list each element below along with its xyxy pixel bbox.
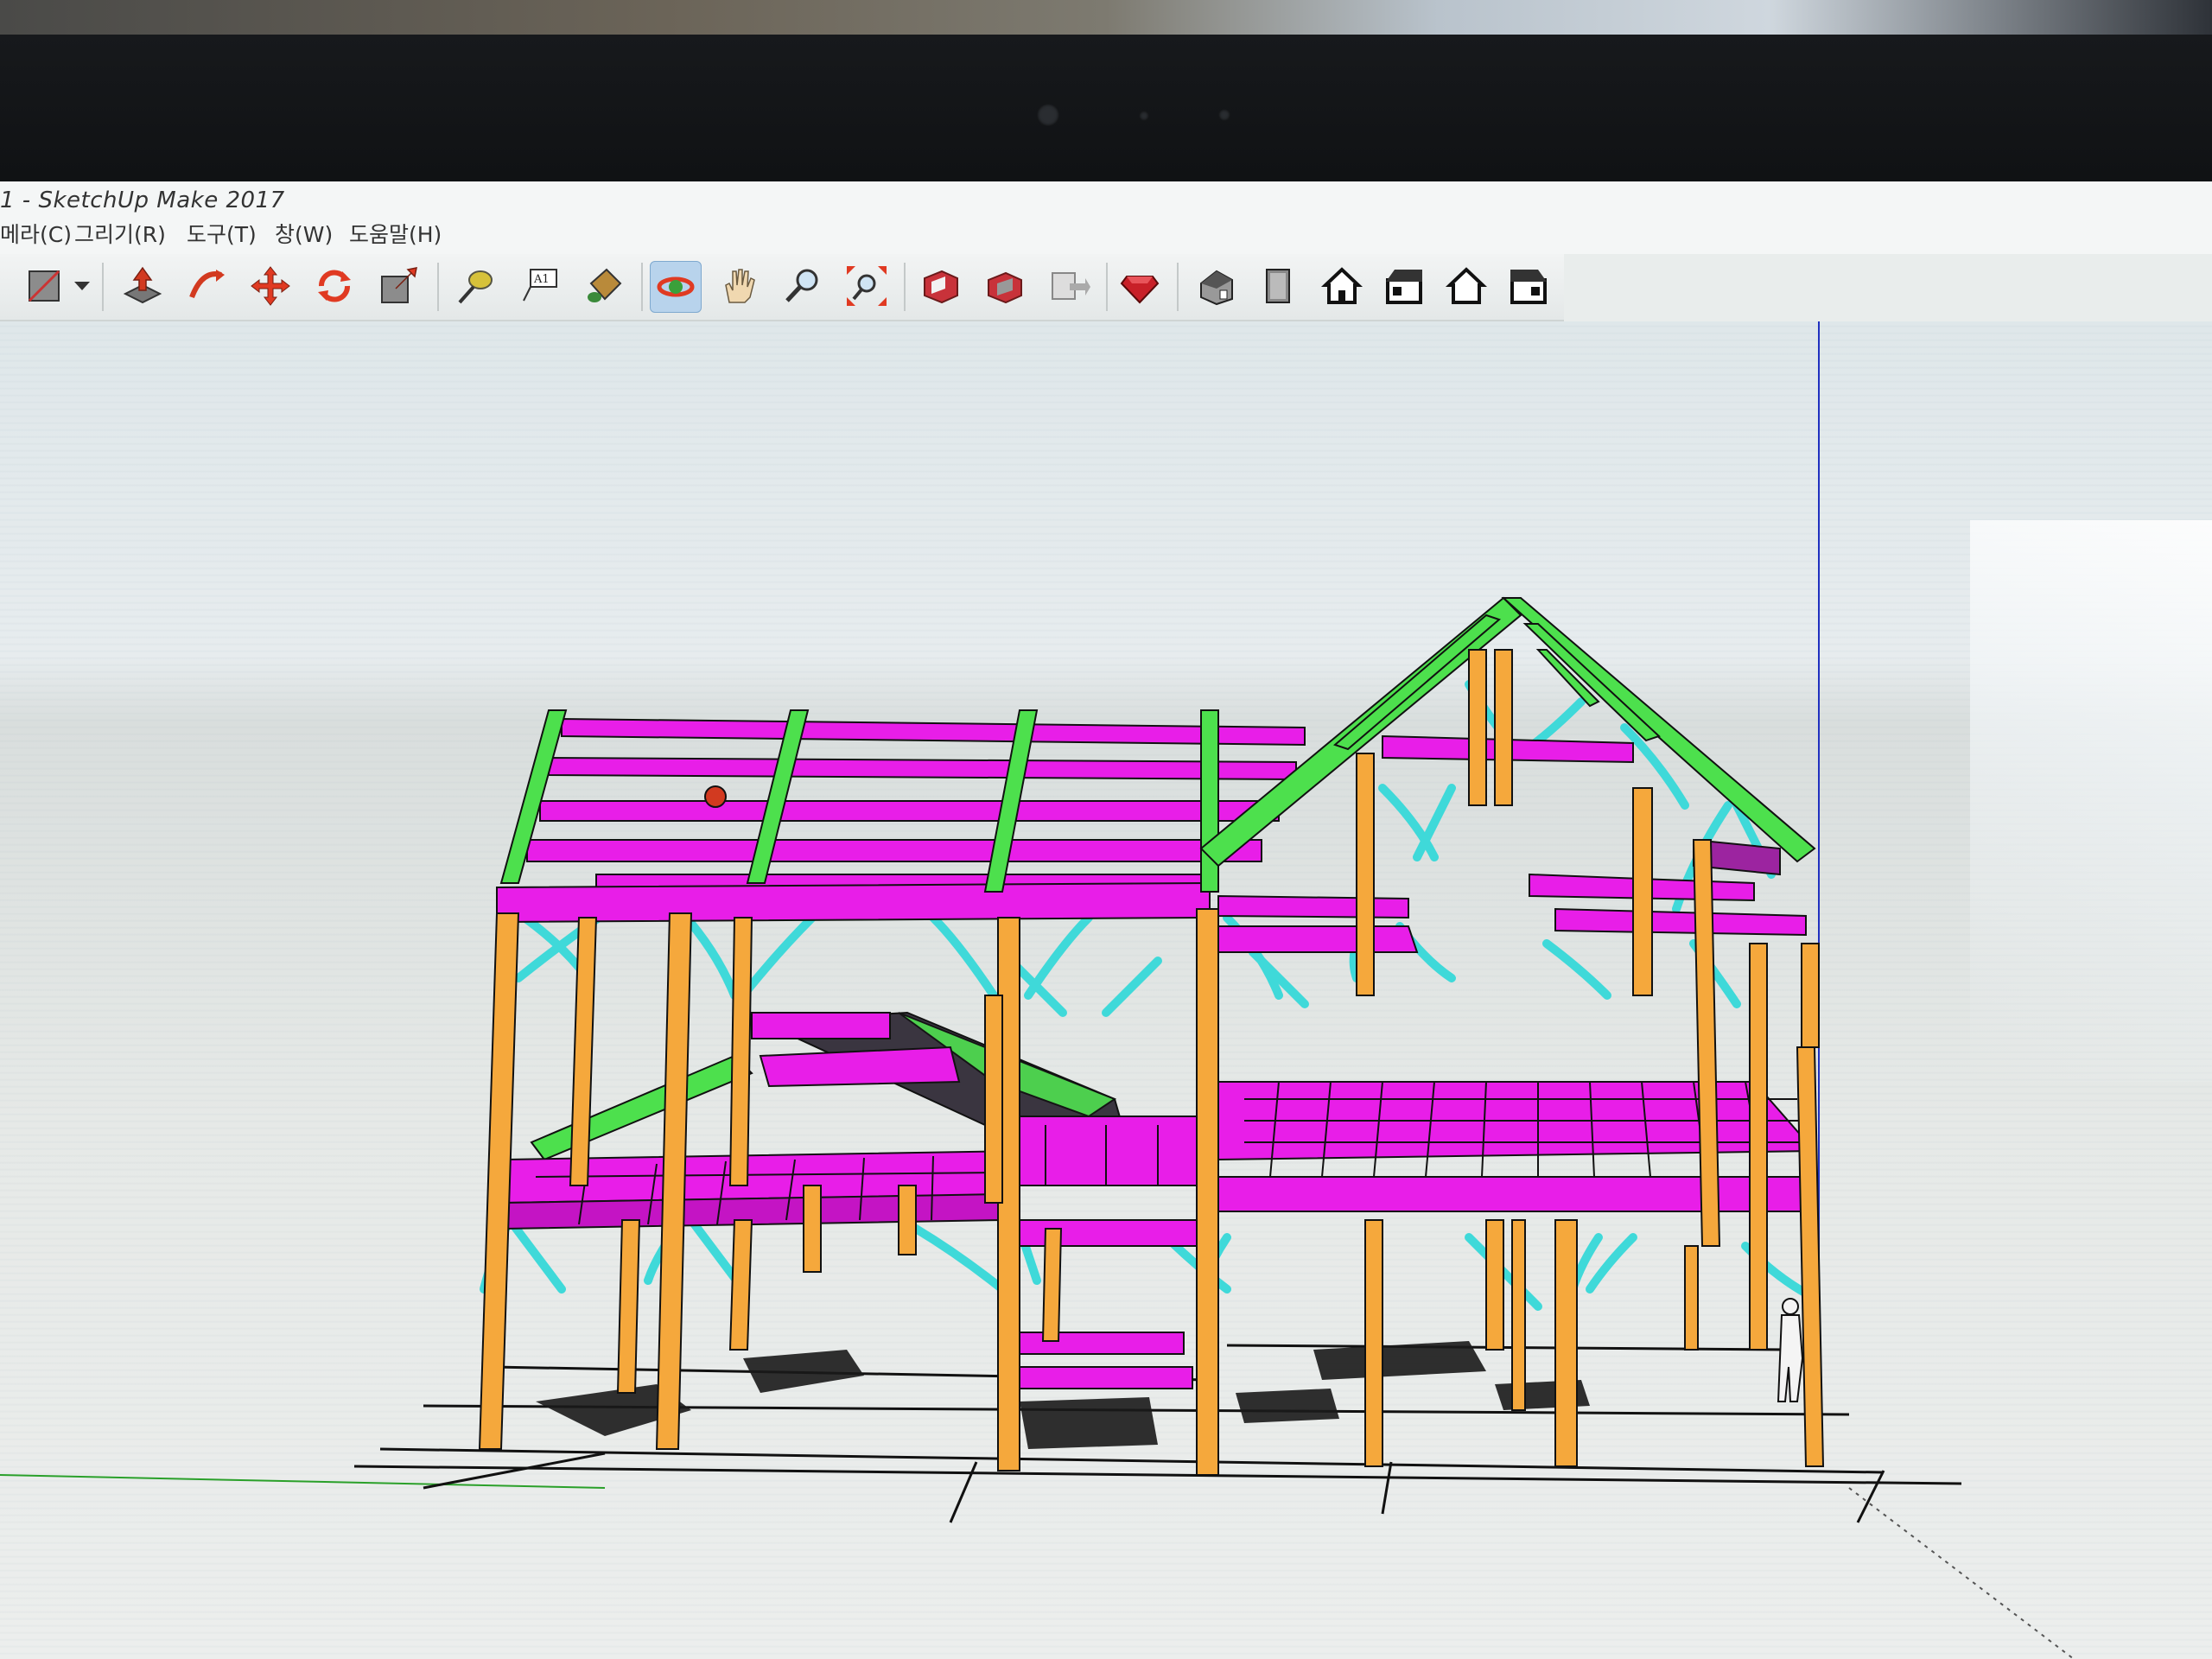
menu-help[interactable]: 도움말(H) [349, 216, 442, 254]
rectangle-icon[interactable] [19, 261, 69, 311]
pan-hand-icon[interactable] [714, 261, 764, 311]
menu-window[interactable]: 창(W) [275, 216, 333, 254]
zoom-extents-icon[interactable] [842, 261, 892, 311]
3d-warehouse-icon[interactable] [916, 261, 966, 311]
follow-me-icon[interactable] [181, 261, 232, 311]
text-label-icon[interactable]: A1 [515, 261, 565, 311]
menu-camera[interactable]: 메라(C) [0, 216, 72, 254]
orbit-pivot-marker [704, 785, 727, 808]
title-bar: 1 - SketchUp Make 2017 [0, 181, 2212, 216]
app-window: 1 - SketchUp Make 2017 메라(C) 그리기(R) 도구(T… [0, 181, 2212, 1659]
sensor-dot [1139, 111, 1149, 121]
red-axis-hidden [1848, 1487, 2075, 1659]
webcam-lens [1037, 104, 1059, 126]
iso-view-icon[interactable] [1192, 261, 1243, 311]
timber-frame-model[interactable] [0, 321, 2212, 1659]
sensor-dot [1218, 109, 1230, 121]
back-view-icon[interactable] [1441, 261, 1491, 311]
move-icon[interactable] [245, 261, 296, 311]
laptop-bezel [0, 35, 2212, 199]
extension-warehouse-icon[interactable] [1044, 261, 1094, 311]
left-view-icon[interactable] [1503, 261, 1554, 311]
svg-text:A1: A1 [533, 273, 550, 286]
window-title: 1 - SketchUp Make 2017 [0, 188, 285, 213]
main-toolbar: A1 [0, 254, 1564, 321]
dropdown-arrow-icon[interactable] [69, 261, 95, 311]
ruby-extension-icon[interactable] [1115, 261, 1165, 311]
scale-icon[interactable] [373, 261, 423, 311]
tape-measure-icon[interactable] [451, 261, 501, 311]
green-axis [0, 1474, 606, 1489]
right-view-icon[interactable] [1379, 261, 1429, 311]
rotate-icon[interactable] [309, 261, 359, 311]
menu-bar: 메라(C) 그리기(R) 도구(T) 창(W) 도움말(H) [0, 216, 2212, 254]
top-view-icon[interactable] [1255, 261, 1305, 311]
drawing-viewport[interactable] [0, 321, 2212, 1659]
paint-bucket-icon[interactable] [579, 261, 629, 311]
menu-tools[interactable]: 도구(T) [187, 216, 257, 254]
roof-purlins [496, 717, 1807, 953]
orbit-icon[interactable] [650, 261, 702, 313]
zoom-icon[interactable] [778, 261, 828, 311]
share-model-icon[interactable] [980, 261, 1030, 311]
push-pull-icon[interactable] [118, 261, 168, 311]
front-view-icon[interactable] [1317, 261, 1367, 311]
scale-figure-person [1777, 1298, 1804, 1402]
ground-shadows [536, 1341, 1590, 1449]
menu-draw[interactable]: 그리기(R) [74, 216, 166, 254]
